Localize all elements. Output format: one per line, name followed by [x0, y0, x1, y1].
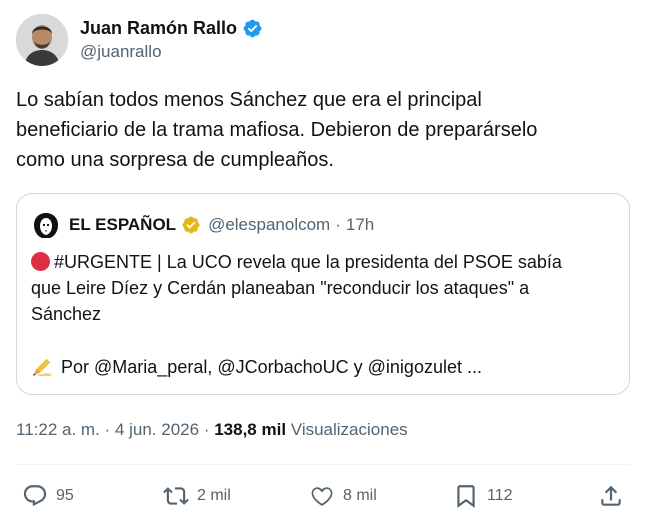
author-handle[interactable]: @juanrallo	[80, 41, 263, 63]
gold-verified-badge-icon	[182, 216, 200, 234]
tweet-meta: 11:22 a. m. · 4 jun. 2026 · 138,8 mil Vi…	[16, 419, 408, 441]
tweet-date[interactable]: 4 jun. 2026	[115, 420, 199, 439]
reply-count: 95	[56, 487, 74, 504]
bookmark-button[interactable]: 112	[453, 482, 513, 510]
red-circle-icon	[31, 252, 50, 271]
share-icon	[601, 485, 621, 506]
quote-line: Sánchez	[31, 304, 102, 324]
tweet-line: Lo sabían todos menos Sánchez que era el…	[16, 89, 482, 111]
quote-author-name[interactable]: EL ESPAÑOL	[69, 215, 176, 235]
share-button[interactable]	[598, 482, 624, 510]
separator-dot: ·	[335, 215, 341, 234]
divider	[16, 464, 630, 465]
like-button[interactable]: 8 mil	[309, 482, 377, 510]
reply-icon	[23, 485, 47, 507]
separator-dot: ·	[203, 420, 210, 439]
quote-time[interactable]: 17h	[346, 215, 374, 235]
tweet-line: como una sorpresa de cumpleaños.	[16, 149, 334, 171]
quote-text: #URGENTE | La UCO revela que la presiden…	[31, 249, 621, 327]
tweet-line: beneficiario de la trama mafiosa. Debier…	[16, 119, 538, 141]
tweet-text: Lo sabían todos menos Sánchez que era el…	[16, 85, 616, 175]
action-bar: 95 2 mil 8 mil 112	[0, 482, 645, 510]
like-count: 8 mil	[343, 487, 377, 504]
bookmark-count: 112	[487, 487, 513, 504]
writing-hand-icon	[32, 358, 52, 377]
quote-author-handle[interactable]: @elespanolcom	[208, 215, 330, 235]
quoted-tweet[interactable]: EL ESPAÑOL @elespanolcom · 17h #URGENTE …	[16, 193, 630, 395]
reply-button[interactable]: 95	[22, 482, 74, 510]
retweet-count: 2 mil	[197, 487, 231, 504]
avatar-icon	[16, 14, 68, 66]
views-label: Visualizaciones	[290, 420, 408, 439]
quote-byline-text: Por @Maria_peral, @JCorbachoUC y @inigoz…	[61, 357, 482, 377]
retweet-button[interactable]: 2 mil	[163, 482, 231, 510]
lion-logo-icon	[31, 210, 61, 240]
views-count: 138,8 mil	[214, 420, 287, 439]
verified-badge-icon	[243, 19, 262, 37]
author-name[interactable]: Juan Ramón Rallo	[80, 17, 237, 39]
bookmark-icon	[457, 485, 475, 508]
retweet-icon	[163, 487, 189, 505]
author-avatar[interactable]	[16, 14, 68, 66]
quote-byline: Por @Maria_peral, @JCorbachoUC y @inigoz…	[31, 354, 621, 380]
quote-line: que Leire Díez y Cerdán planeaban "recon…	[31, 278, 530, 298]
tweet-time[interactable]: 11:22 a. m.	[16, 420, 100, 439]
quote-line: #URGENTE | La UCO revela que la presiden…	[54, 252, 562, 272]
separator-dot: ·	[104, 420, 111, 439]
heart-icon	[311, 487, 333, 506]
tweet-header: Juan Ramón Rallo @juanrallo	[16, 13, 263, 67]
quote-avatar[interactable]	[31, 210, 61, 240]
